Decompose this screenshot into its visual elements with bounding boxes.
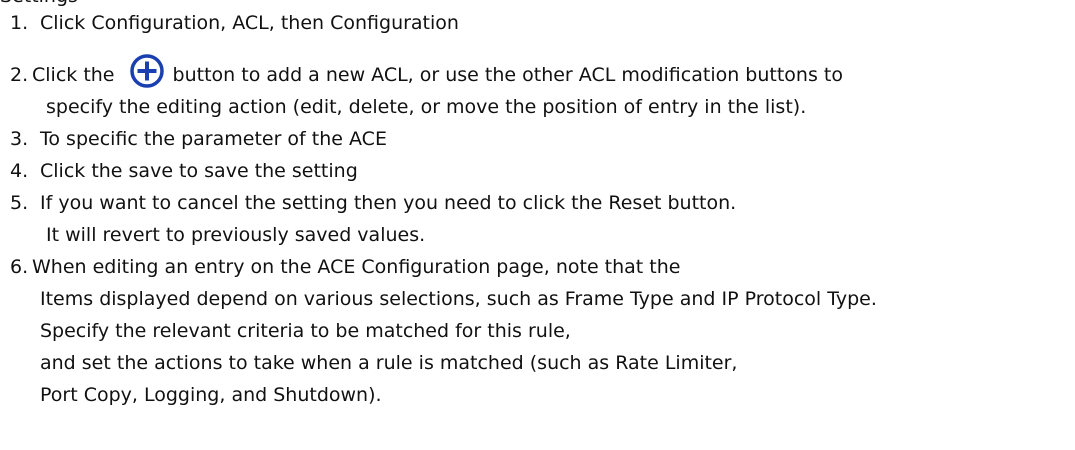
step-number: 4. xyxy=(10,160,29,182)
step-text: When editing an entry on the ACE Configu… xyxy=(32,256,681,278)
plus-circle-icon xyxy=(129,53,165,89)
step-text: If you want to cancel the setting then y… xyxy=(40,192,737,214)
step-6-continuation-1: Items displayed depend on various select… xyxy=(40,288,877,310)
step-text: To specific the parameter of the ACE xyxy=(40,128,387,150)
step-2-continuation: specify the editing action (edit, delete… xyxy=(46,96,807,118)
step-text-continued: button to add a new ACL, or use the othe… xyxy=(172,64,843,86)
step-text: Click the xyxy=(32,64,115,86)
step-6-continuation-4: Port Copy, Logging, and Shutdown). xyxy=(40,384,382,406)
step-6: 6. When editing an entry on the ACE Confi… xyxy=(10,252,680,282)
step-6-continuation-2: Specify the relevant criteria to be matc… xyxy=(40,320,571,342)
step-2: 2. Click the button to add a new ACL, or … xyxy=(10,53,843,90)
step-text: Click the save to save the setting xyxy=(40,160,358,182)
step-number: 5. xyxy=(10,192,29,214)
step-1: 1. Click Configuration, ACL, then Configu… xyxy=(10,8,459,38)
step-6-continuation-3: and set the actions to take when a rule … xyxy=(40,352,738,374)
step-4: 4. Click the save to save the setting xyxy=(10,156,358,186)
step-5: 5. If you want to cancel the setting then… xyxy=(10,188,736,218)
step-number: 1. xyxy=(10,12,29,34)
step-number: 2. xyxy=(10,64,29,86)
instruction-document: Settings 1.Click Configuration, ACL, the… xyxy=(0,0,1075,450)
step-number: 3. xyxy=(10,128,29,150)
step-number: 6. xyxy=(10,256,29,278)
step-text: Click Configuration, ACL, then Configura… xyxy=(40,12,459,34)
step-3: 3. To specific the parameter of the ACE xyxy=(10,124,387,154)
step-5-continuation: It will revert to previously saved value… xyxy=(46,224,426,246)
